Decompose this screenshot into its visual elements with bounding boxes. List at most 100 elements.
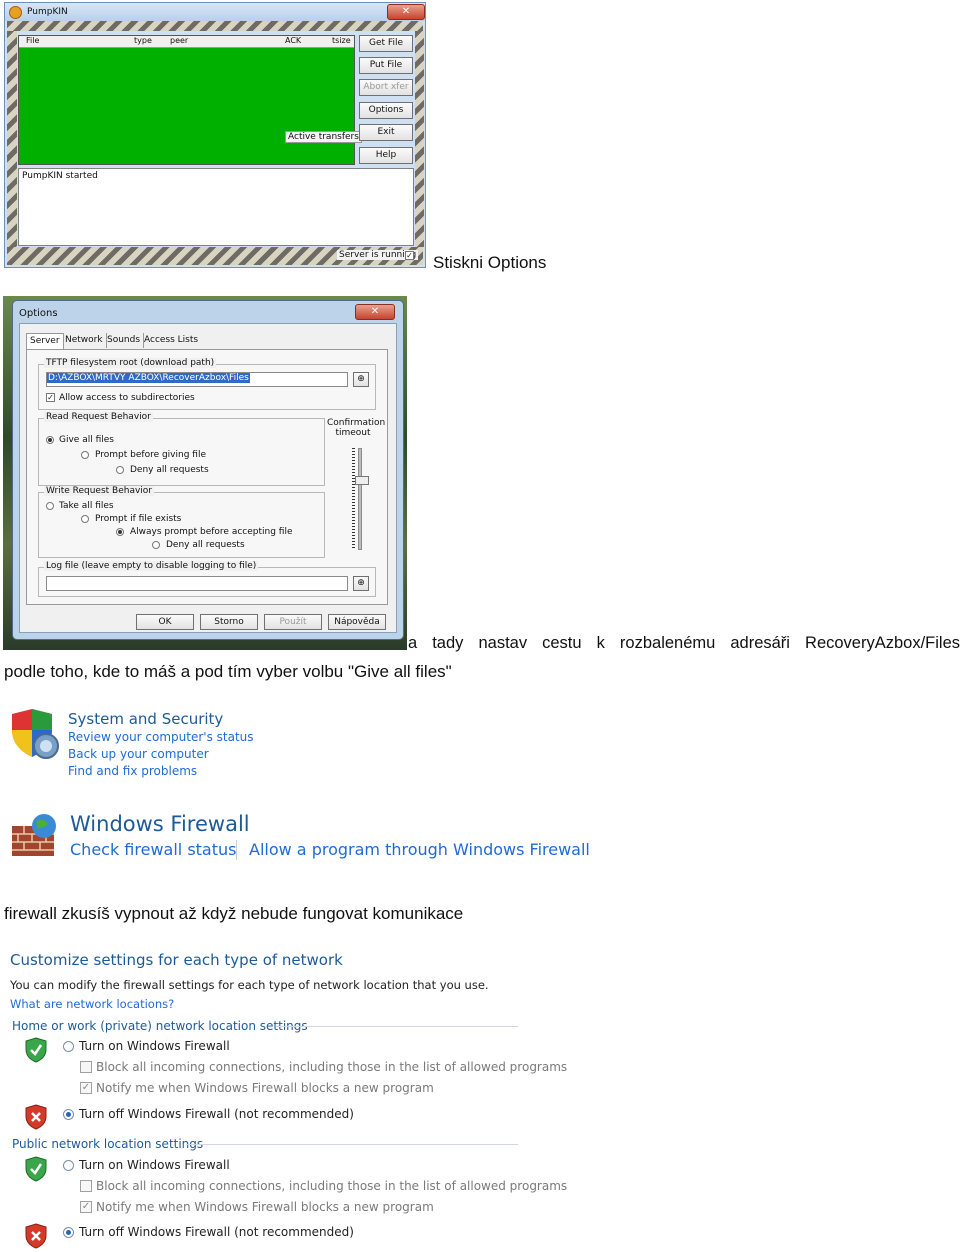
root-path-input[interactable]: D:\AZBOX\MRTVY AZBOX\RecoverAzbox\Files [46, 372, 348, 387]
help-button[interactable]: Help [359, 147, 413, 164]
log-group: Log file (leave empty to disable logging… [38, 561, 376, 597]
link-divider [236, 840, 237, 860]
public-turn-on-radio[interactable] [63, 1160, 74, 1171]
browse-root-button[interactable]: ⊕ [353, 372, 369, 387]
write-prompt-exists-radio[interactable] [81, 515, 89, 523]
tab-sounds[interactable]: Sounds [104, 333, 145, 348]
list-header: File type peer ACK tsize [19, 36, 354, 48]
write-take-all-radio[interactable] [46, 502, 54, 510]
slider-track [358, 448, 362, 550]
windows-firewall-title[interactable]: Windows Firewall [70, 812, 250, 836]
private-turn-on-radio[interactable] [63, 1041, 74, 1052]
options-button[interactable]: Options [359, 102, 413, 119]
shield-check-icon [25, 1037, 47, 1063]
private-section-title: Home or work (private) network location … [12, 1019, 308, 1033]
write-always-prompt-label: Always prompt before accepting file [130, 527, 293, 537]
options-dialog: Options ✕ Server Network Sounds Access L… [12, 300, 404, 640]
folder-icon: ⊕ [357, 578, 365, 588]
shield-x-icon [25, 1223, 47, 1249]
private-turn-on-label: Turn on Windows Firewall [79, 1039, 230, 1053]
find-fix-link[interactable]: Find and fix problems [68, 764, 197, 778]
check-firewall-link[interactable]: Check firewall status [70, 840, 236, 859]
write-deny-label: Deny all requests [166, 540, 245, 550]
app-icon [9, 6, 22, 19]
dialog-client: Server Network Sounds Access Lists TFTP … [19, 323, 397, 633]
pumpkin-titlebar: PumpKIN ✕ [5, 3, 425, 21]
root-path-value: D:\AZBOX\MRTVY AZBOX\RecoverAzbox\Files [47, 373, 250, 383]
confirmation-slider[interactable] [352, 448, 369, 550]
slider-thumb[interactable] [355, 476, 369, 485]
shield-x-icon [25, 1104, 47, 1130]
private-block-all-label: Block all incoming connections, includin… [96, 1060, 568, 1074]
public-turn-on-label: Turn on Windows Firewall [79, 1158, 230, 1172]
write-group-title: Write Request Behavior [44, 486, 155, 496]
private-section-rule [276, 1026, 518, 1027]
customize-heading: Customize settings for each type of netw… [10, 951, 343, 969]
pouzit-button[interactable]: Použít [264, 614, 322, 630]
backup-link[interactable]: Back up your computer [68, 747, 209, 761]
allow-subdirs-checkbox[interactable]: ✓ [46, 393, 55, 402]
public-section-rule [186, 1144, 518, 1145]
col-peer[interactable]: peer [170, 36, 188, 45]
log-line: PumpKIN started [22, 171, 98, 181]
read-deny-label: Deny all requests [130, 465, 209, 475]
review-status-link[interactable]: Review your computer's status [68, 730, 254, 744]
tab-network[interactable]: Network [62, 333, 107, 348]
public-block-all-checkbox[interactable] [80, 1180, 92, 1192]
system-security-title[interactable]: System and Security [68, 710, 223, 728]
storno-button[interactable]: Storno [200, 614, 258, 630]
public-notify-checkbox[interactable]: ✓ [80, 1201, 92, 1213]
allow-program-link[interactable]: Allow a program through Windows Firewall [249, 840, 590, 859]
frame-left-strip [7, 31, 17, 247]
write-group: Write Request Behavior Take all files Pr… [38, 486, 325, 558]
network-locations-link[interactable]: What are network locations? [10, 997, 174, 1011]
col-type[interactable]: type [134, 36, 152, 45]
col-tsize[interactable]: tsize [332, 36, 351, 45]
dialog-title: Options [19, 308, 58, 319]
public-block-all-label: Block all incoming connections, includin… [96, 1179, 568, 1193]
system-security-block: System and Security Review your computer… [6, 706, 266, 786]
col-file[interactable]: File [26, 36, 39, 45]
log-panel[interactable]: PumpKIN started [18, 168, 414, 246]
dialog-close-button[interactable]: ✕ [355, 304, 395, 320]
allow-subdirs-label: Allow access to subdirectories [59, 393, 195, 403]
private-notify-label: Notify me when Windows Firewall blocks a… [96, 1081, 434, 1095]
customize-description: You can modify the firewall settings for… [10, 978, 489, 992]
private-block-all-checkbox[interactable] [80, 1061, 92, 1073]
close-button[interactable]: ✕ [387, 4, 425, 20]
pumpkin-window: PumpKIN ✕ File type peer ACK tsize Activ… [4, 2, 426, 268]
tab-server[interactable]: Server [26, 333, 64, 349]
tab-access-lists[interactable]: Access Lists [141, 333, 201, 348]
write-deny-radio[interactable] [152, 541, 160, 549]
read-give-all-radio[interactable] [46, 436, 54, 444]
root-group-title: TFTP filesystem root (download path) [44, 358, 217, 368]
caption-line-2: podle toho, kde to máš a pod tím vyber v… [4, 662, 452, 681]
server-checkbox[interactable]: ✓ [405, 251, 414, 260]
private-turn-off-radio[interactable] [63, 1109, 74, 1120]
frame-top-strip [7, 21, 423, 31]
private-turn-off-label: Turn off Windows Firewall (not recommend… [79, 1107, 354, 1121]
firewall-icon [12, 814, 56, 856]
close-icon: ✕ [401, 6, 411, 17]
col-ack[interactable]: ACK [285, 36, 301, 45]
tab-panel: TFTP filesystem root (download path) D:\… [26, 349, 388, 605]
read-deny-radio[interactable] [116, 466, 124, 474]
read-prompt-radio[interactable] [81, 451, 89, 459]
private-notify-checkbox[interactable]: ✓ [80, 1082, 92, 1094]
write-take-all-label: Take all files [59, 501, 114, 511]
read-group: Read Request Behavior Give all files Pro… [38, 412, 325, 486]
caption-stiskni-options: Stiskni Options [433, 253, 547, 272]
put-file-button[interactable]: Put File [359, 57, 413, 74]
ok-button[interactable]: OK [136, 614, 194, 630]
read-prompt-label: Prompt before giving file [95, 450, 206, 460]
abort-xfer-button[interactable]: Abort xfer [359, 79, 413, 96]
public-turn-off-label: Turn off Windows Firewall (not recommend… [79, 1225, 354, 1239]
write-always-prompt-radio[interactable] [116, 528, 124, 536]
get-file-button[interactable]: Get File [359, 35, 413, 52]
browse-log-button[interactable]: ⊕ [353, 576, 369, 591]
public-turn-off-radio[interactable] [63, 1227, 74, 1238]
exit-button[interactable]: Exit [359, 124, 413, 141]
log-file-input[interactable] [46, 576, 348, 591]
napoveda-button[interactable]: Nápověda [328, 614, 386, 630]
transfer-list[interactable]: File type peer ACK tsize Active transfer… [18, 35, 362, 165]
